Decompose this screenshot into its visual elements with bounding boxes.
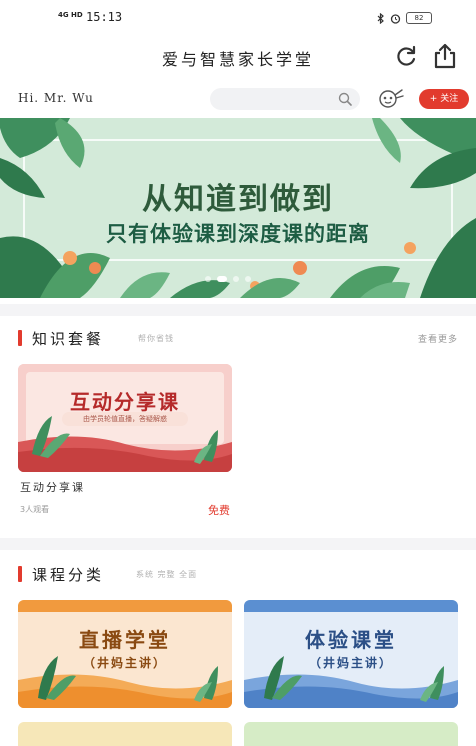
share-icon bbox=[434, 43, 456, 69]
category-tile-live[interactable]: 直播学堂 （井妈主讲） bbox=[18, 600, 232, 708]
status-bar: 4G HD 15:13 82 bbox=[0, 0, 476, 36]
refresh-icon bbox=[397, 45, 416, 66]
search-input[interactable] bbox=[210, 89, 330, 111]
section-divider bbox=[0, 538, 476, 550]
thumbnail-title: 互动分享课 bbox=[70, 390, 180, 414]
status-icons: 82 bbox=[377, 12, 432, 24]
title-bar: 爱与智慧家长学堂 bbox=[0, 38, 476, 78]
banner-dot[interactable] bbox=[245, 276, 251, 282]
viewer-count: 3人观看 bbox=[20, 505, 50, 514]
assistant-icon[interactable] bbox=[376, 88, 404, 110]
category-tile-peek[interactable] bbox=[18, 722, 232, 746]
course-price: 免费 bbox=[208, 504, 230, 517]
banner-dot[interactable] bbox=[233, 276, 239, 282]
refresh-button[interactable] bbox=[393, 44, 419, 70]
course-card[interactable]: 互动分享课 由学员轮值直播，答疑解惑 互动分享课 3人观看 免费 bbox=[18, 364, 232, 520]
banner-subheading: 只有体验课到深度课的距离 bbox=[106, 222, 370, 246]
tile-title: 体验课堂 bbox=[305, 628, 397, 652]
promo-banner[interactable]: 从知道到做到 只有体验课到深度课的距离 bbox=[0, 118, 476, 298]
user-greeting: Hi. Mr. Wu bbox=[18, 91, 94, 105]
section-title: 知识套餐 bbox=[32, 330, 105, 348]
network-indicator: 4G HD bbox=[58, 11, 83, 19]
status-time: 15:13 bbox=[86, 10, 123, 24]
view-more-link[interactable]: 查看更多 bbox=[418, 332, 458, 345]
user-row: Hi. Mr. Wu + 关注 bbox=[0, 82, 476, 116]
section-accent-bar bbox=[18, 330, 22, 346]
category-section-header: 课程分类 系统 完整 全面 bbox=[0, 560, 476, 588]
battery-indicator: 82 bbox=[406, 12, 432, 24]
section-accent-bar bbox=[18, 566, 22, 582]
tile-title: 直播学堂 bbox=[79, 628, 171, 652]
section-title: 课程分类 bbox=[32, 566, 105, 584]
section-hint: 帮你省钱 bbox=[138, 334, 174, 343]
alarm-icon bbox=[390, 13, 401, 24]
bluetooth-icon bbox=[377, 12, 384, 24]
section-hint: 系统 完整 全面 bbox=[136, 570, 198, 579]
follow-button[interactable]: + 关注 bbox=[419, 89, 469, 109]
category-tile-peek[interactable] bbox=[244, 722, 458, 746]
section-divider bbox=[0, 304, 476, 316]
banner-heading: 从知道到做到 bbox=[142, 182, 334, 217]
banner-pagination bbox=[205, 276, 251, 282]
tile-subtitle: （井妈主讲） bbox=[82, 656, 167, 670]
course-name: 互动分享课 bbox=[20, 481, 85, 494]
tile-subtitle: （井妈主讲） bbox=[308, 656, 393, 670]
course-thumbnail[interactable]: 互动分享课 由学员轮值直播，答疑解惑 bbox=[18, 364, 232, 472]
search-box[interactable] bbox=[210, 88, 360, 111]
category-tile-trial[interactable]: 体验课堂 （井妈主讲） bbox=[244, 600, 458, 708]
share-button[interactable] bbox=[432, 42, 458, 70]
knowledge-section-header: 知识套餐 帮你省钱 查看更多 bbox=[0, 324, 476, 352]
search-icon[interactable] bbox=[338, 92, 352, 106]
thumbnail-tag: 由学员轮值直播，答疑解惑 bbox=[62, 412, 188, 426]
banner-dot[interactable] bbox=[205, 276, 211, 282]
banner-dot[interactable] bbox=[217, 276, 227, 282]
